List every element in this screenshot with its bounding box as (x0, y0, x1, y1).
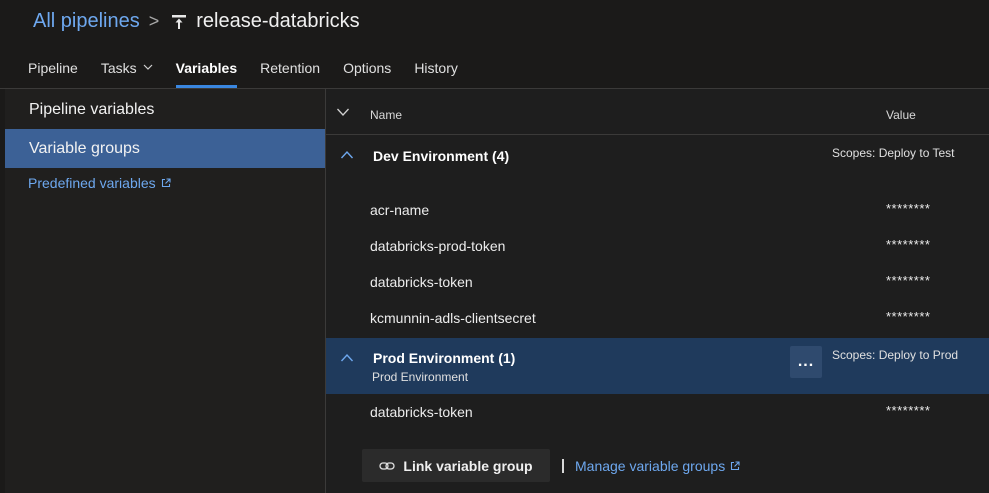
group-title: Prod Environment (1) (373, 350, 516, 366)
variable-name: kcmunnin-adls-clientsecret (370, 310, 536, 326)
tab-label: History (414, 60, 458, 76)
table-row[interactable]: databricks-prod-token ******** (326, 228, 989, 264)
more-icon: ... (797, 353, 815, 370)
chevron-down-icon (143, 64, 153, 70)
sidebar-item-pipeline-variables[interactable]: Pipeline variables (5, 90, 325, 129)
variable-name: databricks-token (370, 404, 473, 420)
group-title: Dev Environment (4) (373, 148, 510, 164)
variable-groups-panel: Name Value Dev Environment (4) Scopes: D… (326, 89, 989, 493)
table-row[interactable]: databricks-token ******** (326, 264, 989, 300)
variable-value: ******** (886, 237, 931, 252)
all-pipelines-link[interactable]: All pipelines (33, 10, 140, 33)
variable-name: acr-name (370, 202, 430, 218)
chevron-down-icon[interactable] (336, 107, 350, 117)
variable-name: databricks-prod-token (370, 238, 506, 254)
variable-value: ******** (886, 309, 931, 324)
tab-label: Tasks (100, 60, 137, 76)
action-separator (562, 459, 564, 473)
link-variable-group-label: Link variable group (403, 457, 533, 474)
breadcrumb-separator: > (148, 11, 160, 31)
page-header: All pipelines > release-databricks Pipel… (0, 0, 989, 88)
variable-group-dev[interactable]: Dev Environment (4) Scopes: Deploy to Te… (326, 136, 989, 182)
variable-group-prod[interactable]: Prod Environment (1) Prod Environment ..… (326, 338, 989, 394)
predefined-variables-link[interactable]: Predefined variables (28, 175, 171, 191)
chevron-up-icon[interactable] (340, 353, 354, 363)
group-scope: Scopes: Deploy to Prod (832, 348, 959, 362)
tab-bar: Pipeline Tasks Variables Retention Optio… (28, 54, 481, 88)
tab-pipeline[interactable]: Pipeline (28, 54, 78, 88)
group-description: Prod Environment (372, 370, 469, 384)
variable-value: ******** (886, 201, 931, 216)
column-header-value: Value (886, 108, 916, 122)
variable-value: ******** (886, 403, 931, 418)
tab-options[interactable]: Options (343, 54, 391, 88)
pipeline-title: release-databricks (196, 10, 360, 32)
tab-history[interactable]: History (414, 54, 458, 88)
sidebar-item-variable-groups[interactable]: Variable groups (5, 129, 325, 168)
tab-retention[interactable]: Retention (260, 54, 320, 88)
variable-value: ******** (886, 273, 931, 288)
table-row[interactable]: kcmunnin-adls-clientsecret ******** (326, 300, 989, 336)
variable-name: databricks-token (370, 274, 473, 290)
tab-tasks[interactable]: Tasks (101, 54, 153, 88)
group-scope: Scopes: Deploy to Test (832, 146, 955, 160)
tab-label: Retention (260, 60, 321, 76)
table-header: Name Value (326, 89, 989, 135)
column-header-name: Name (370, 108, 403, 122)
external-link-icon (161, 178, 171, 188)
table-row[interactable]: acr-name ******** (326, 192, 989, 228)
tab-variables[interactable]: Variables (175, 54, 238, 88)
tab-label: Options (343, 60, 392, 76)
variables-sidebar: Pipeline variables Variable groups Prede… (5, 89, 325, 493)
chevron-up-icon[interactable] (340, 150, 354, 160)
tab-label: Variables (175, 60, 238, 76)
release-pipeline-icon (172, 14, 187, 29)
table-row[interactable]: databricks-token ******** (326, 394, 989, 430)
link-icon (379, 461, 396, 470)
manage-variable-groups-label: Manage variable groups (575, 458, 726, 474)
link-variable-group-button[interactable]: Link variable group (362, 449, 550, 482)
predefined-variables-label: Predefined variables (28, 175, 156, 191)
more-options-button[interactable]: ... (790, 346, 822, 378)
tab-label: Pipeline (28, 60, 78, 76)
external-link-icon (731, 461, 740, 471)
breadcrumb: All pipelines > release-databricks (33, 10, 360, 33)
manage-variable-groups-link[interactable]: Manage variable groups (575, 458, 740, 474)
